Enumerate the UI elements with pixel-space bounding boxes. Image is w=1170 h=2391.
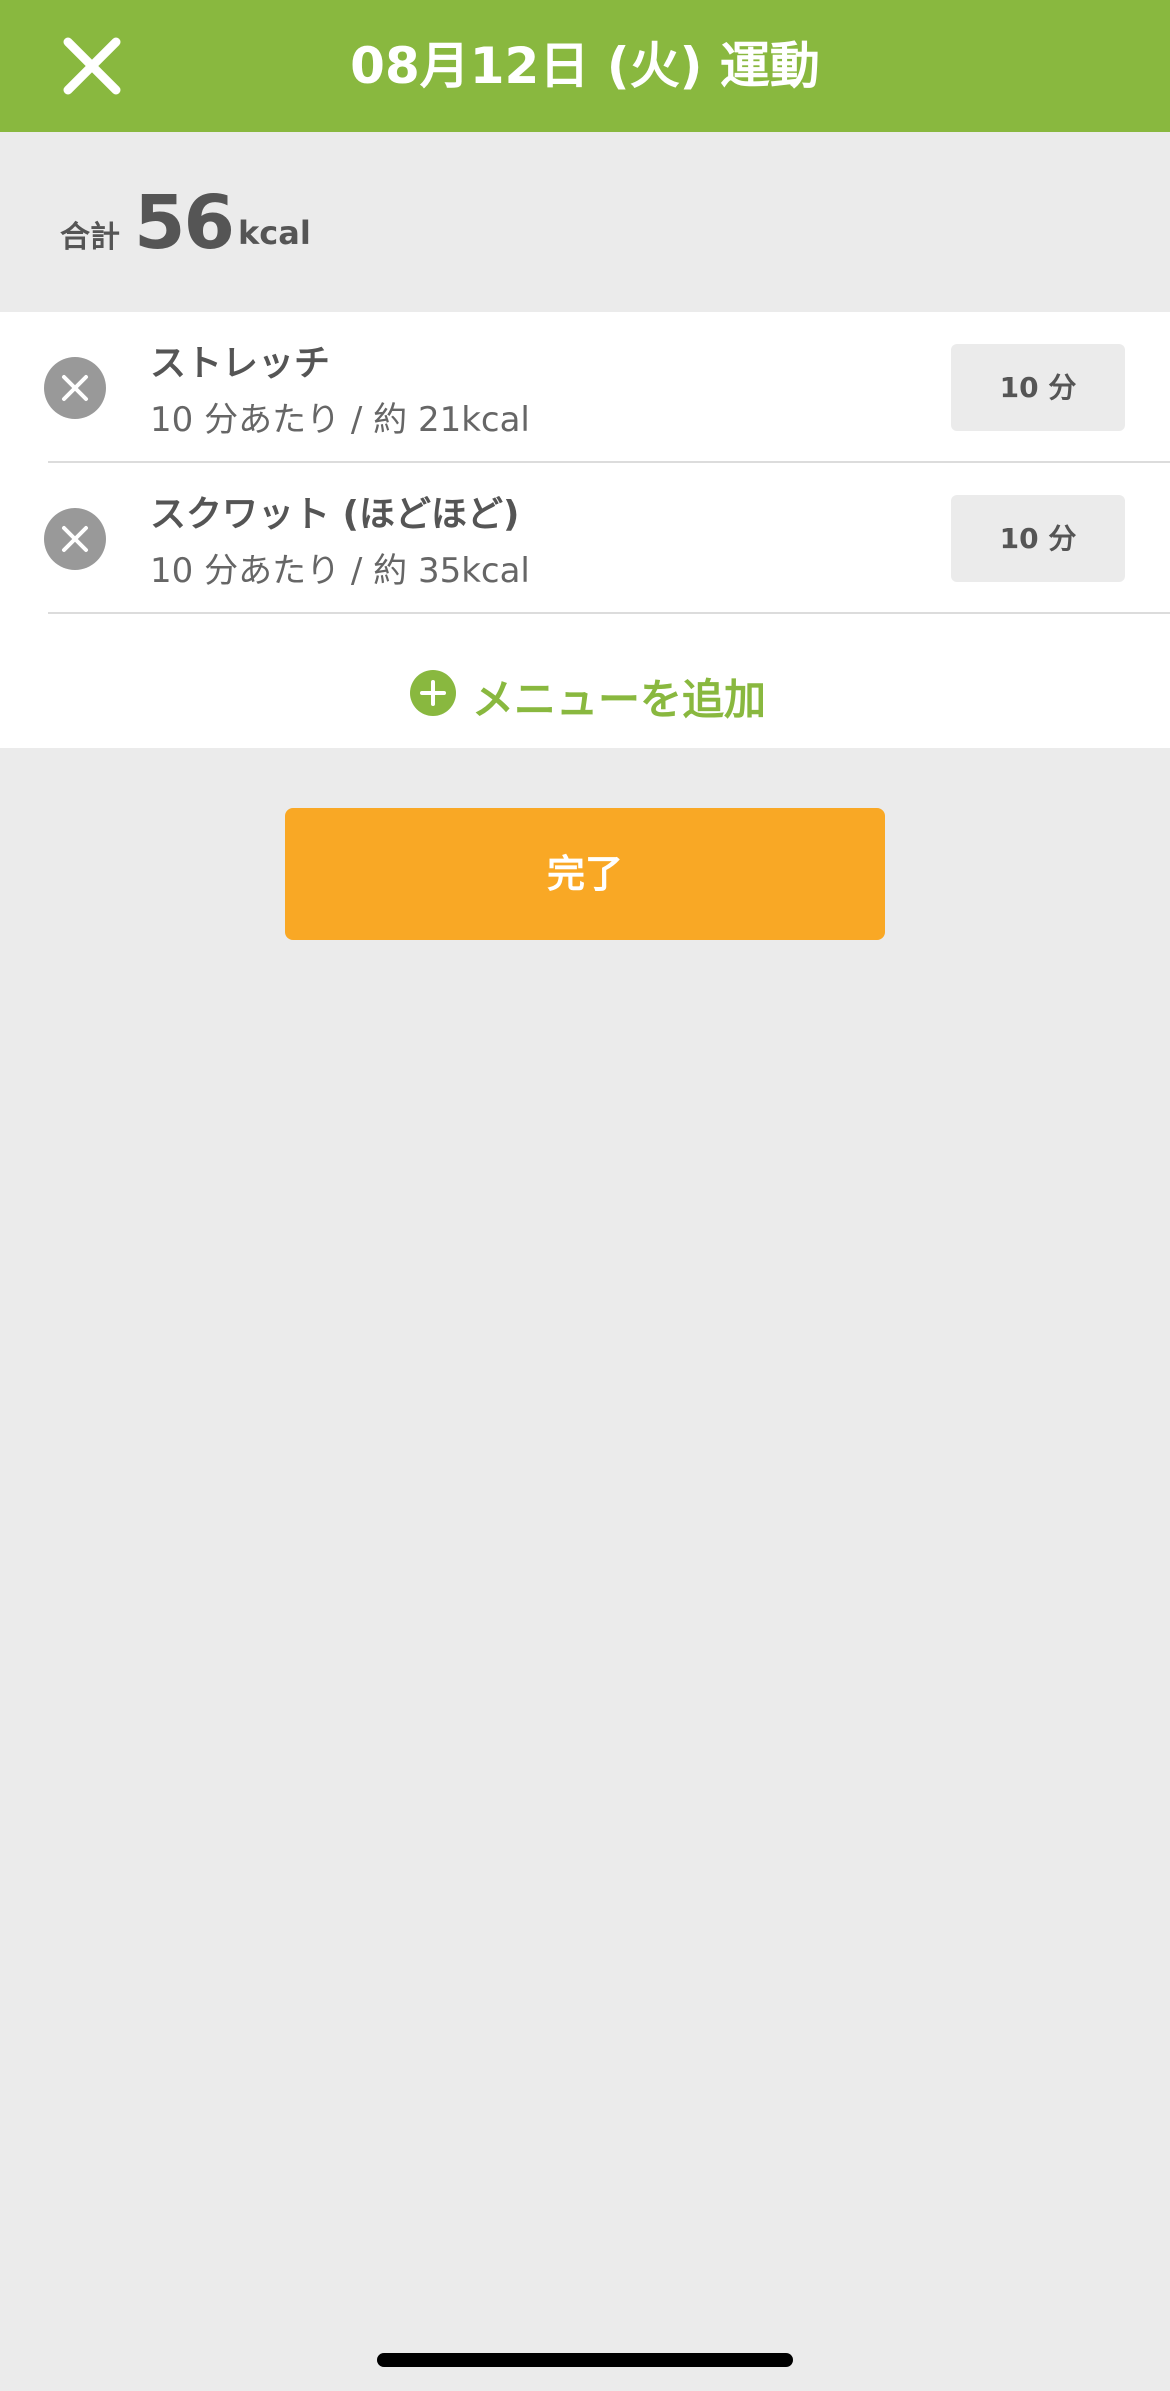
plus-circle-icon xyxy=(410,670,456,716)
item-detail: 10 分あたり / 約 21kcal xyxy=(150,400,530,440)
total-summary: 合計 56 kcal xyxy=(0,132,1170,312)
item-name: ストレッチ xyxy=(150,343,331,384)
add-menu-label: メニューを追加 xyxy=(472,675,767,724)
list-item: ストレッチ 10 分あたり / 約 21kcal 10 分 xyxy=(0,312,1170,462)
divider xyxy=(48,612,1170,614)
total-value: 56 xyxy=(134,180,235,266)
remove-item-button[interactable] xyxy=(44,357,106,419)
close-icon xyxy=(62,526,88,552)
done-button[interactable]: 完了 xyxy=(285,808,885,940)
item-detail: 10 分あたり / 約 35kcal xyxy=(150,551,530,591)
home-indicator xyxy=(377,2353,793,2367)
add-menu-button[interactable]: メニューを追加 xyxy=(400,652,780,736)
close-icon xyxy=(62,375,88,401)
exercise-list: ストレッチ 10 分あたり / 約 21kcal 10 分 スクワット (ほどほ… xyxy=(0,312,1170,748)
duration-button[interactable]: 10 分 xyxy=(951,344,1125,431)
total-label: 合計 xyxy=(60,220,120,255)
total-unit: kcal xyxy=(238,214,311,252)
page-title: 08月12日 (火) 運動 xyxy=(350,37,820,95)
app-header: 08月12日 (火) 運動 xyxy=(0,0,1170,132)
remove-item-button[interactable] xyxy=(44,508,106,570)
item-name: スクワット (ほどほど) xyxy=(150,494,520,535)
list-item: スクワット (ほどほど) 10 分あたり / 約 35kcal 10 分 xyxy=(0,463,1170,613)
duration-button[interactable]: 10 分 xyxy=(951,495,1125,582)
